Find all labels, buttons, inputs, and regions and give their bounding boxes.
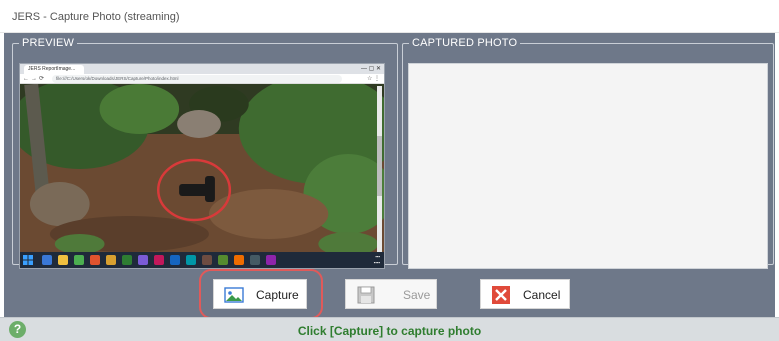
taskbar-app-icon bbox=[202, 255, 212, 265]
inner-nav-icons: ←→⟳ bbox=[23, 76, 47, 82]
taskbar-app-icon bbox=[74, 255, 84, 265]
taskbar-app-icon bbox=[186, 255, 196, 265]
cancel-button[interactable]: Cancel bbox=[480, 279, 570, 309]
save-button-label: Save bbox=[403, 288, 431, 302]
taskbar-app-icon bbox=[218, 255, 228, 265]
status-message: Click [Capture] to capture photo bbox=[297, 324, 482, 338]
taskbar-app-icon bbox=[122, 255, 132, 265]
capture-button[interactable]: Capture bbox=[213, 279, 307, 309]
taskbar-app-icon bbox=[42, 255, 52, 265]
inner-scrollbar bbox=[377, 86, 382, 252]
taskbar-app-icon bbox=[106, 255, 116, 265]
inner-browser-tab: JERS ReportImage... bbox=[24, 65, 84, 74]
status-bar: ? Click [Capture] to capture photo bbox=[0, 317, 779, 341]
preview-photo bbox=[20, 84, 384, 254]
dialog-body: PREVIEW JERS ReportImage... — ▢ ✕ ←→⟳ fi… bbox=[4, 33, 775, 319]
save-button[interactable]: Save bbox=[345, 279, 437, 309]
taskbar-app-icon bbox=[90, 255, 100, 265]
preview-group: PREVIEW JERS ReportImage... — ▢ ✕ ←→⟳ fi… bbox=[12, 37, 398, 269]
inner-address-bar: file:///C:/Users/ok/Downloads/JERS/Captu… bbox=[52, 75, 342, 83]
taskbar-app-icon bbox=[138, 255, 148, 265]
preview-stream: JERS ReportImage... — ▢ ✕ ←→⟳ file:///C:… bbox=[19, 63, 385, 269]
captured-photo-legend: CAPTURED PHOTO bbox=[412, 37, 518, 49]
inner-os-taskbar: ▪▪▪ ▪▪▪▪ bbox=[20, 252, 384, 268]
windows-start-icon bbox=[23, 255, 33, 265]
taskbar-app-icon bbox=[234, 255, 244, 265]
taskbar-app-icon bbox=[170, 255, 180, 265]
inner-window-controls-icon: — ▢ ✕ bbox=[360, 66, 381, 72]
preview-legend: PREVIEW bbox=[22, 37, 75, 49]
window-title: JERS - Capture Photo (streaming) bbox=[12, 11, 180, 23]
title-bar: JERS - Capture Photo (streaming) bbox=[0, 0, 779, 33]
inner-scrollbar-thumb bbox=[377, 136, 382, 196]
image-icon bbox=[224, 287, 244, 303]
inner-browser-toolbar: ←→⟳ file:///C:/Users/ok/Downloads/JERS/C… bbox=[20, 74, 384, 84]
floppy-disk-icon bbox=[357, 286, 375, 304]
capture-button-label: Capture bbox=[256, 288, 299, 302]
taskbar-app-icon bbox=[250, 255, 260, 265]
captured-photo-area bbox=[408, 63, 768, 269]
taskbar-app-icon bbox=[154, 255, 164, 265]
inner-browser-tabstrip: JERS ReportImage... — ▢ ✕ bbox=[20, 64, 384, 74]
inner-extension-icons: ☆ ⋮ bbox=[366, 76, 380, 82]
close-x-icon bbox=[492, 286, 510, 304]
taskbar-app-icon bbox=[58, 255, 68, 265]
captured-photo-group: CAPTURED PHOTO bbox=[402, 37, 774, 269]
taskbar-clock: ▪▪▪ ▪▪▪▪ bbox=[373, 254, 380, 265]
taskbar-app-icon bbox=[266, 255, 276, 265]
cancel-button-label: Cancel bbox=[523, 288, 561, 302]
